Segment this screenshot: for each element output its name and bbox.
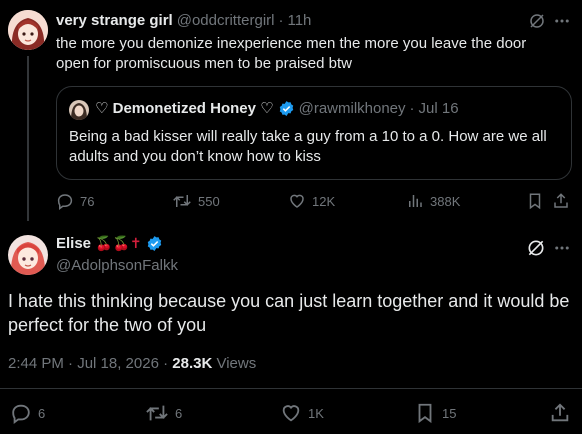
parent-time[interactable]: 11h: [287, 12, 311, 29]
reply-avatar[interactable]: [8, 235, 48, 275]
reply-count: 76: [80, 193, 95, 209]
bookmark-button[interactable]: 15: [414, 402, 456, 424]
share-button[interactable]: [552, 192, 570, 210]
share-icon: [549, 402, 571, 424]
repost-icon: [145, 402, 169, 424]
reply-name-row: Elise 🍒🍒✝: [56, 235, 163, 252]
repost-count: 6: [175, 405, 183, 421]
reply-icon: [56, 192, 74, 210]
like-count: 12K: [312, 193, 336, 209]
bookmark-icon: [526, 192, 544, 210]
views-button[interactable]: 388K: [406, 192, 460, 210]
parent-text: the more you demonize inexperience men t…: [56, 35, 527, 72]
heart-icon: [280, 402, 302, 424]
views-count: 388K: [430, 193, 461, 209]
reply-meta: 2:44 PM · Jul 18, 2026 · 28.3K Views: [8, 355, 256, 372]
grok-icon[interactable]: [526, 238, 546, 258]
quote-separator: ·: [409, 99, 415, 117]
reply-handle[interactable]: @AdolphsonFalkk: [56, 257, 178, 274]
reply-timestamp[interactable]: 2:44 PM · Jul 18, 2026 ·: [8, 355, 172, 372]
parent-handle[interactable]: @oddcrittergirl: [177, 12, 275, 29]
divider: [0, 388, 582, 389]
more-icon[interactable]: [553, 239, 571, 257]
reply-text: I hate this thinking because you can jus…: [8, 291, 570, 335]
reply-display-name[interactable]: Elise: [56, 235, 91, 252]
more-icon[interactable]: [553, 12, 571, 30]
parent-avatar[interactable]: [8, 10, 48, 50]
verified-icon: [278, 100, 295, 117]
like-count: 1K: [308, 405, 324, 421]
heart-icon: [288, 192, 306, 210]
like-button[interactable]: 12K: [288, 192, 335, 210]
share-icon: [552, 192, 570, 210]
quote-date: Jul 16: [418, 99, 459, 117]
quote-header: ♡ Demonetized Honey ♡ @rawmilkhoney · Ju…: [95, 99, 459, 118]
parent-display-name[interactable]: very strange girl: [56, 12, 173, 29]
reply-count: 6: [38, 405, 46, 421]
verified-icon: [146, 235, 163, 252]
repost-icon: [172, 192, 192, 210]
quote-avatar: [69, 100, 89, 120]
grok-icon[interactable]: [528, 12, 546, 30]
parent-action-bar: 76 550 12K 388K: [56, 192, 572, 212]
like-button[interactable]: 1K: [280, 402, 324, 424]
bookmark-icon: [414, 402, 436, 424]
reply-views-count: 28.3K: [172, 355, 213, 372]
reply-icon: [10, 402, 32, 424]
repost-button[interactable]: 6: [145, 402, 182, 424]
repost-count: 550: [198, 193, 220, 209]
analytics-icon: [406, 192, 424, 210]
quoted-tweet[interactable]: ♡ Demonetized Honey ♡ @rawmilkhoney · Ju…: [56, 86, 572, 180]
reply-button[interactable]: 6: [10, 402, 45, 424]
repost-button[interactable]: 550: [172, 192, 220, 210]
bookmark-button[interactable]: [526, 192, 544, 210]
thread-line: [27, 56, 29, 221]
parent-separator: ·: [278, 12, 284, 29]
reply-action-bar: 6 6 1K 15: [0, 402, 582, 424]
parent-header: very strange girl @oddcrittergirl · 11h: [56, 12, 311, 29]
reply-button[interactable]: 76: [56, 192, 94, 210]
name-emoji: 🍒🍒✝: [95, 235, 142, 251]
quote-handle: @rawmilkhoney: [298, 99, 406, 117]
share-button[interactable]: [549, 402, 571, 424]
quote-text: Being a bad kisser will really take a gu…: [69, 128, 547, 165]
bookmark-count: 15: [442, 405, 457, 421]
quote-display-name: ♡ Demonetized Honey ♡: [95, 100, 274, 117]
reply-views-label: Views: [212, 355, 257, 372]
